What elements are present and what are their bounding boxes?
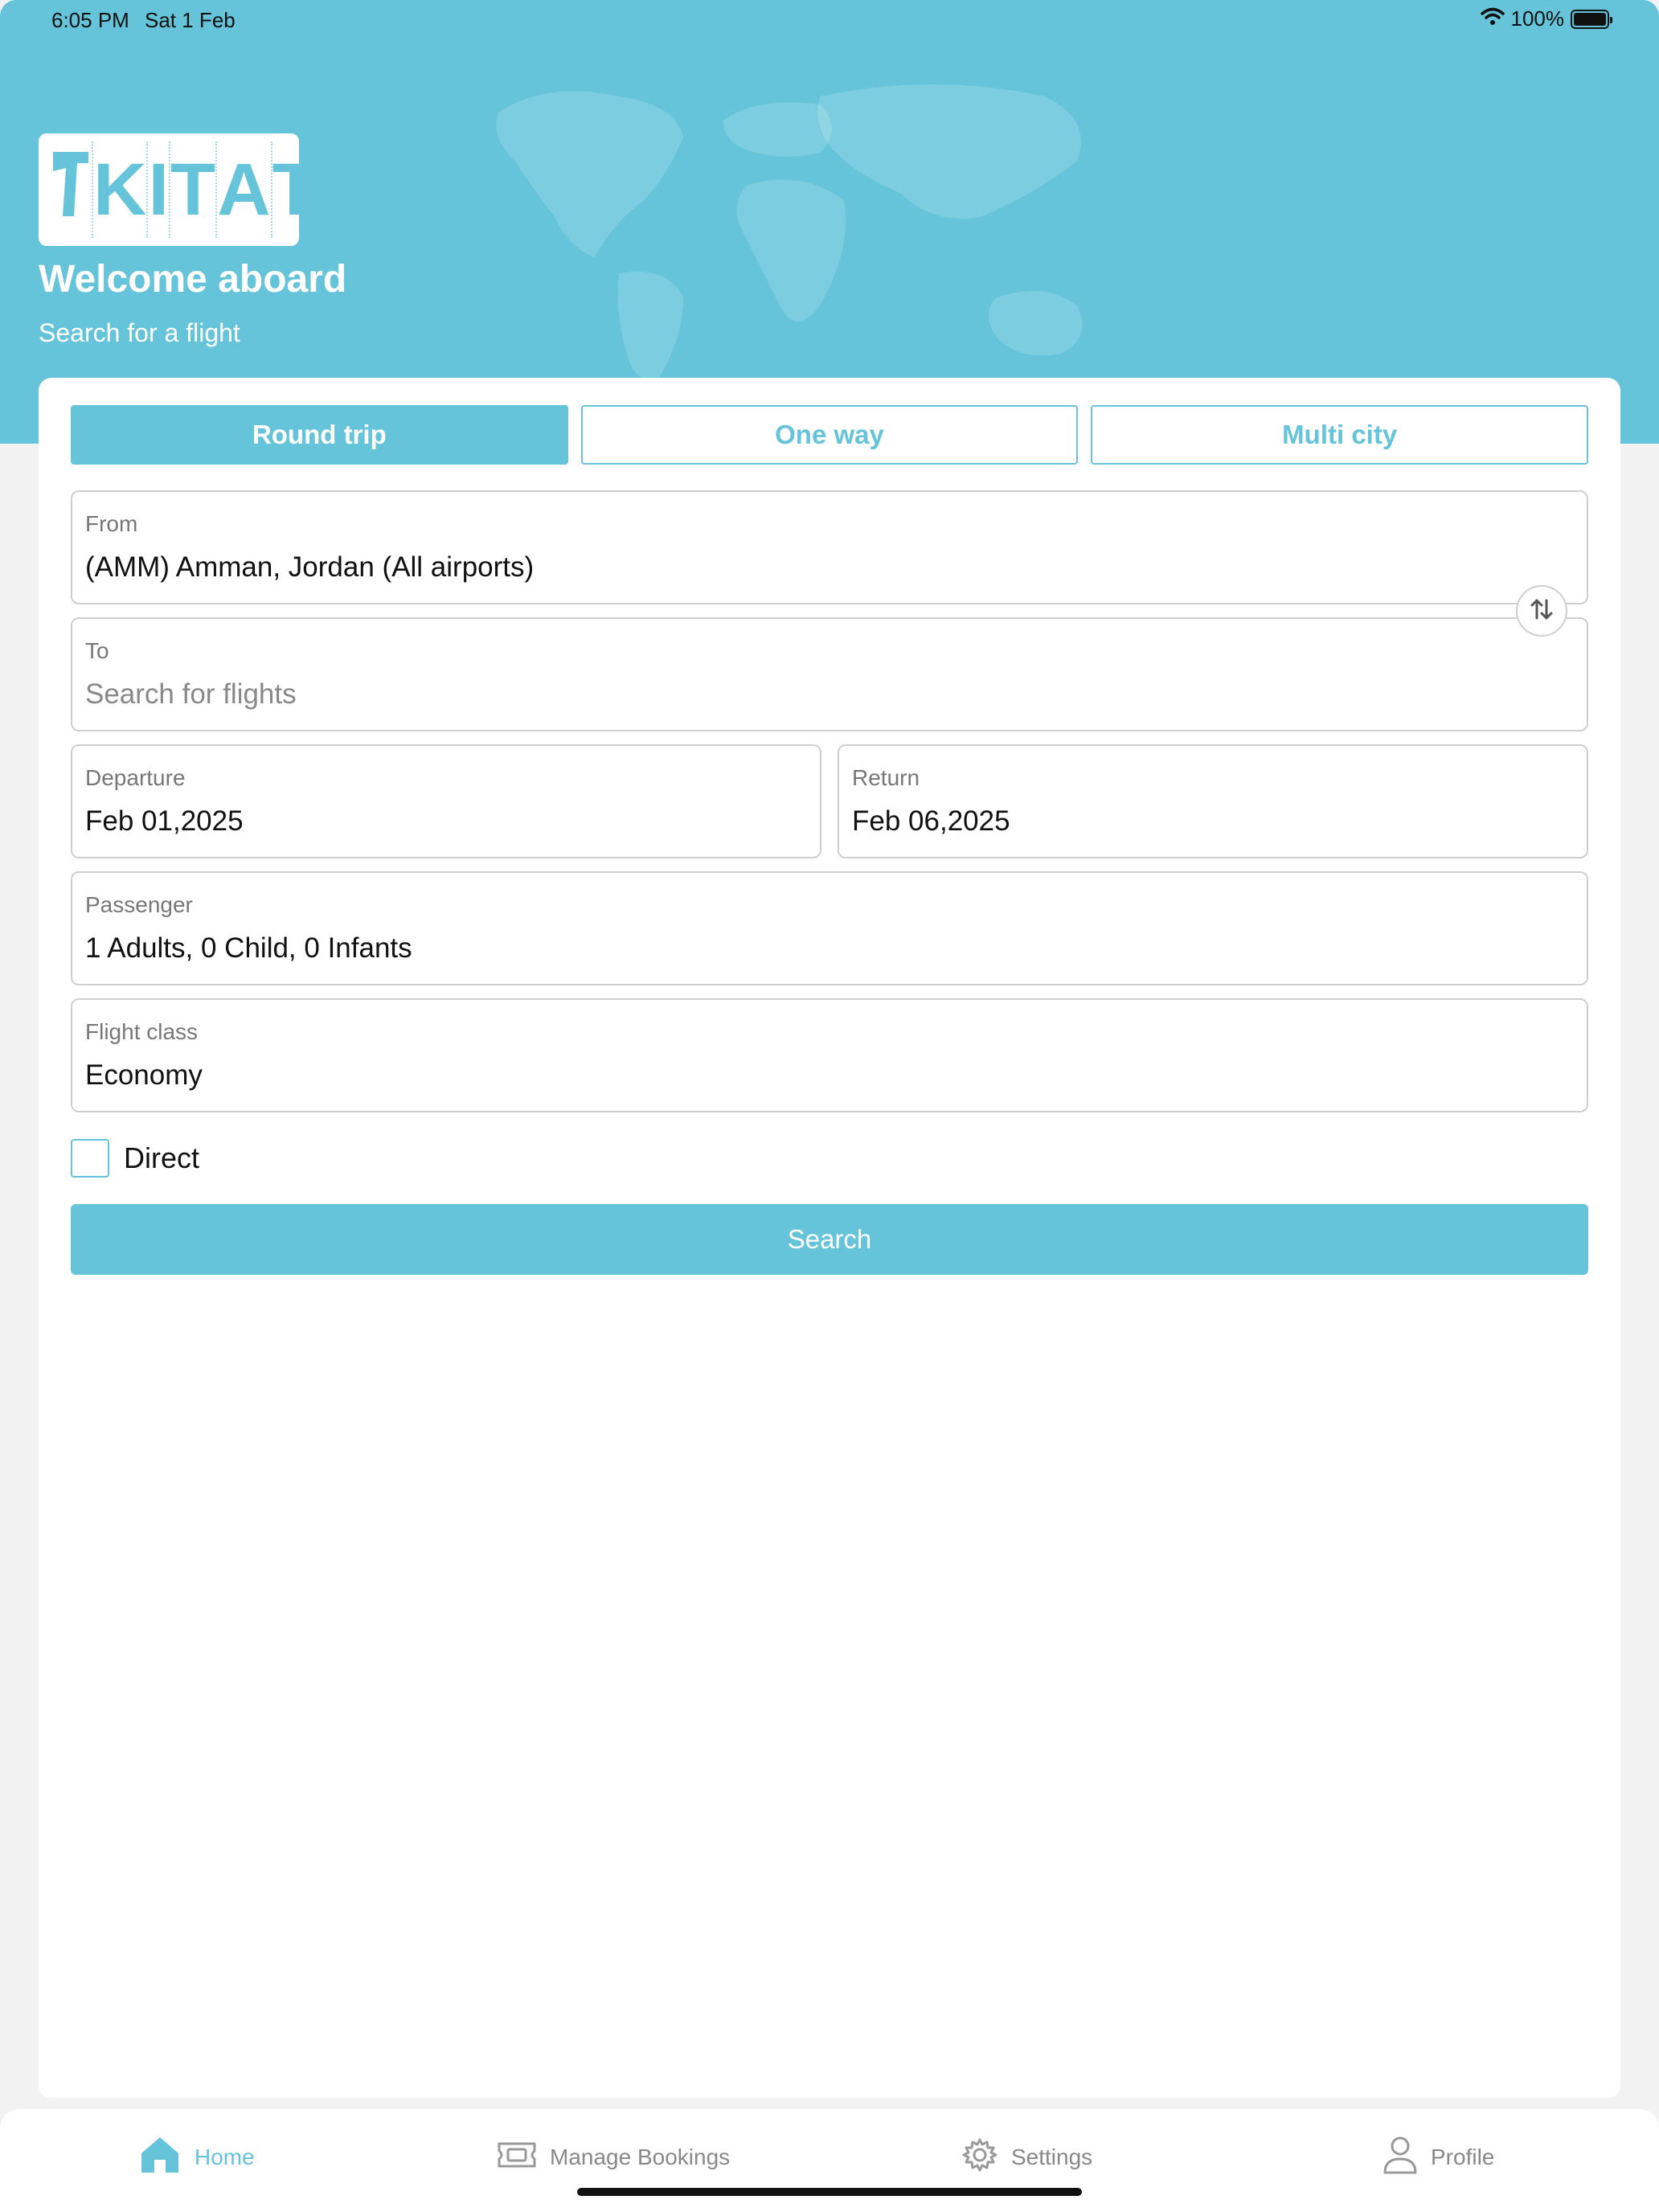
welcome-subtitle: Search for a flight [39, 318, 240, 347]
wifi-icon [1480, 6, 1505, 31]
swap-airports-button[interactable] [1516, 585, 1567, 637]
logo-divider [92, 141, 93, 238]
tab-multi-city[interactable]: Multi city [1091, 405, 1589, 465]
battery-fill [1574, 12, 1606, 26]
logo-divider [146, 141, 149, 238]
status-bar: 6:05 PM Sat 1 Feb 100% [0, 0, 1659, 39]
departure-value: Feb 01,2025 [85, 805, 244, 837]
tab-settings[interactable]: Settings [961, 2133, 1092, 2181]
tab-profile[interactable]: Profile [1382, 2133, 1494, 2181]
logo-letter: I [148, 149, 170, 231]
passenger-value: 1 Adults, 0 Child, 0 Infants [85, 932, 412, 964]
logo-divider [169, 141, 171, 238]
ticket-icon [497, 2139, 537, 2177]
tab-home-label: Home [195, 2144, 255, 2169]
tab-one-way[interactable]: One way [580, 405, 1079, 465]
logo-letter: T [272, 149, 317, 231]
from-value: (AMM) Amman, Jordan (All airports) [85, 551, 535, 583]
return-label: Return [852, 765, 920, 790]
tab-round-trip[interactable]: Round trip [71, 405, 568, 465]
flight-class-label: Flight class [85, 1019, 199, 1044]
bottom-tab-bar: Home Manage Bookings Settings Profile [0, 2109, 1659, 2212]
trip-type-tabs: Round trip One way Multi city [71, 405, 1589, 465]
logo-letter-plane [50, 147, 92, 233]
battery-icon [1571, 9, 1612, 29]
logo-letter: K [93, 149, 147, 231]
tab-settings-label: Settings [1011, 2144, 1093, 2169]
flight-class-field[interactable]: Flight class Economy [71, 998, 1588, 1112]
flight-class-value: Economy [85, 1059, 203, 1091]
passenger-label: Passenger [85, 892, 193, 917]
world-map-graphic [496, 84, 1083, 379]
flight-search-card: Round trip One way Multi city From (AMM)… [39, 378, 1620, 2098]
home-icon [138, 2134, 182, 2181]
logo-divider [215, 141, 218, 238]
swap-icon [1528, 596, 1555, 627]
battery-percent: 100% [1510, 6, 1565, 31]
logo-divider [270, 141, 272, 238]
direct-option: Direct [71, 1138, 199, 1178]
status-date: Sat 1 Feb [145, 8, 236, 32]
search-button[interactable]: Search [71, 1204, 1588, 1275]
tab-home[interactable]: Home [138, 2133, 255, 2181]
to-field[interactable]: To Search for flights [71, 617, 1588, 731]
tab-manage-bookings-label: Manage Bookings [550, 2144, 731, 2169]
departure-field[interactable]: Departure Feb 01,2025 [71, 744, 821, 858]
to-label: To [85, 638, 109, 663]
home-indicator [577, 2188, 1082, 2196]
user-icon [1382, 2135, 1418, 2181]
status-time: 6:05 PM [51, 8, 129, 32]
return-value: Feb 06,2025 [852, 805, 1010, 837]
direct-checkbox[interactable] [71, 1139, 109, 1178]
to-placeholder: Search for flights [85, 678, 297, 710]
departure-label: Departure [85, 765, 186, 790]
logo-letter: A [217, 149, 271, 231]
from-label: From [85, 511, 138, 536]
tab-manage-bookings[interactable]: Manage Bookings [497, 2133, 730, 2181]
status-right: 100% [1480, 6, 1612, 31]
return-field[interactable]: Return Feb 06,2025 [838, 744, 1588, 858]
direct-label: Direct [124, 1141, 200, 1174]
passenger-field[interactable]: Passenger 1 Adults, 0 Child, 0 Infants [71, 871, 1588, 985]
from-field[interactable]: From (AMM) Amman, Jordan (All airports) [71, 490, 1588, 604]
app-logo: K I T A T [39, 133, 317, 246]
welcome-heading: Welcome aboard [39, 258, 347, 301]
logo-letter: T [170, 149, 216, 231]
gear-icon [961, 2136, 998, 2179]
tab-profile-label: Profile [1431, 2144, 1495, 2169]
